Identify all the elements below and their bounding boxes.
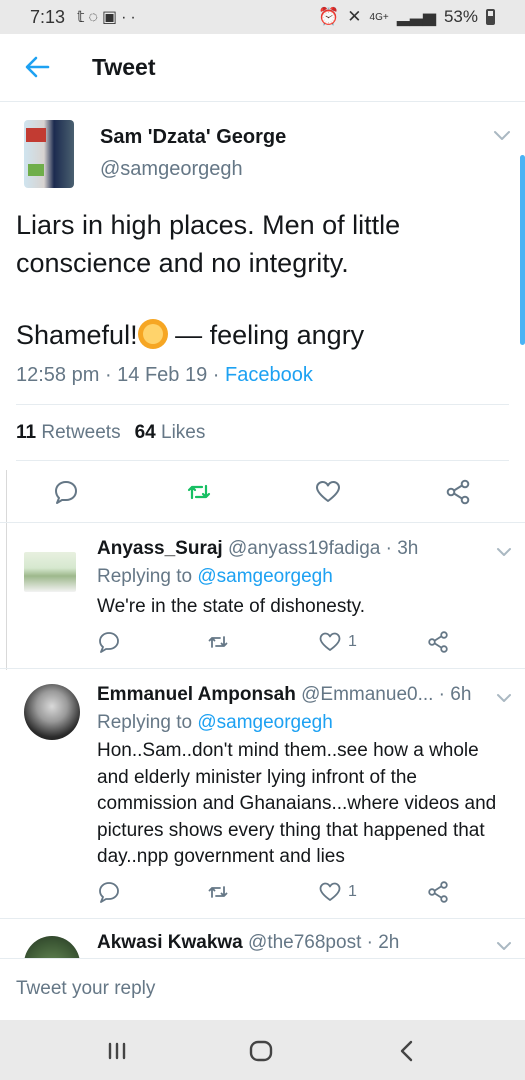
notification-icons: 𝕥◌▣·· bbox=[77, 7, 140, 27]
reply-author-name: Anyass_Suraj bbox=[97, 538, 223, 559]
heart-icon[interactable] bbox=[314, 478, 342, 506]
back-arrow-icon[interactable] bbox=[22, 52, 52, 82]
home-icon[interactable] bbox=[246, 1036, 276, 1066]
share-icon[interactable] bbox=[444, 478, 472, 506]
retweets-stat[interactable]: 11 Retweets bbox=[16, 422, 121, 443]
system-nav-bar bbox=[0, 1020, 525, 1080]
twitter-icon: 𝕥 bbox=[77, 9, 89, 26]
reply-tweet[interactable]: Anyass_Suraj @anyass19fadiga · 3h Replyi… bbox=[0, 522, 525, 668]
reply-icon[interactable] bbox=[97, 630, 121, 654]
signal-icon: ▂▃▅ bbox=[396, 7, 436, 26]
reply-author-name: Akwasi Kwakwa bbox=[97, 932, 243, 953]
reply-text: We're in the state of dishonesty. bbox=[97, 596, 366, 617]
reply-icon[interactable] bbox=[97, 880, 121, 904]
whatsapp-icon: ◌ bbox=[88, 9, 102, 26]
share-icon[interactable] bbox=[426, 630, 450, 654]
status-bar: 7:13 𝕥◌▣·· ⏰ ✕ 4G+ ▂▃▅ 53% bbox=[0, 0, 525, 34]
like-count: 1 bbox=[348, 883, 357, 900]
replying-prefix: Replying to bbox=[97, 566, 198, 587]
tweet-feeling: — feeling angry bbox=[167, 320, 365, 350]
system-icons: ⏰ ✕ 4G+ ▂▃▅ 53% bbox=[318, 7, 495, 27]
reply-handle-time: @the768post · 2h bbox=[242, 932, 400, 953]
replying-prefix: Replying to bbox=[97, 712, 198, 733]
likes-label: Likes bbox=[161, 422, 206, 443]
reply-tweet[interactable]: Akwasi Kwakwa @the768post · 2h bbox=[0, 918, 525, 958]
divider bbox=[16, 404, 509, 405]
mute-icon: ✕ bbox=[347, 7, 362, 26]
tweet-actions bbox=[0, 474, 525, 524]
reply-tweet[interactable]: Emmanuel Amponsah @Emmanue0... · 6h Repl… bbox=[0, 668, 525, 920]
chevron-down-icon[interactable] bbox=[495, 692, 513, 704]
tweet-text: Liars in high places. Men of little cons… bbox=[16, 206, 511, 354]
like-count: 1 bbox=[348, 633, 357, 650]
back-nav-icon[interactable] bbox=[392, 1036, 422, 1066]
recent-apps-icon[interactable] bbox=[102, 1036, 132, 1066]
tweet-meta: 12:58 pm · 14 Feb 19 · Facebook bbox=[16, 364, 313, 387]
reply-handle-time: @Emmanue0... · 6h bbox=[295, 684, 472, 705]
tweet-timestamp: 12:58 pm · 14 Feb 19 · bbox=[16, 364, 226, 386]
replying-to-link[interactable]: @samgeorgegh bbox=[197, 566, 332, 587]
network-4g-icon: 4G+ bbox=[369, 11, 389, 23]
scrollbar[interactable] bbox=[520, 155, 525, 345]
retweets-label: Retweets bbox=[41, 422, 121, 443]
status-time: 7:13 bbox=[30, 7, 66, 27]
tweet-text-line: Liars in high places. Men of little cons… bbox=[16, 210, 401, 278]
likes-stat[interactable]: 64 Likes bbox=[135, 422, 206, 443]
reply-text: Hon..Sam..don't mind them..see how a who… bbox=[97, 740, 497, 867]
avatar[interactable] bbox=[24, 120, 74, 188]
page-title: Tweet bbox=[92, 54, 156, 80]
retweet-icon[interactable] bbox=[206, 880, 230, 904]
replying-to: Replying to @samgeorgegh bbox=[97, 712, 333, 734]
retweet-icon[interactable] bbox=[206, 630, 230, 654]
divider bbox=[16, 460, 509, 461]
tweet-text-line: Shameful! — feeling angry bbox=[16, 316, 511, 354]
battery-icon bbox=[486, 9, 495, 25]
more-dots-icon: ·· bbox=[121, 9, 140, 26]
tweet-source-link[interactable]: Facebook bbox=[225, 364, 313, 386]
replying-to: Replying to @samgeorgegh bbox=[97, 566, 333, 588]
heart-icon[interactable] bbox=[318, 880, 342, 904]
author-name[interactable]: Sam 'Dzata' George bbox=[100, 126, 286, 149]
reply-author[interactable]: Anyass_Suraj @anyass19fadiga · 3h bbox=[97, 538, 418, 560]
youtube-icon: ▣ bbox=[101, 9, 122, 26]
tweet-stats: 11 Retweets 64 Likes bbox=[16, 422, 205, 444]
tweet-text-fragment: Shameful! bbox=[16, 320, 138, 350]
battery-percent: 53% bbox=[443, 7, 478, 26]
heart-icon[interactable] bbox=[318, 630, 342, 654]
chevron-down-icon[interactable] bbox=[495, 546, 513, 558]
reply-author-name: Emmanuel Amponsah bbox=[97, 684, 296, 705]
likes-count: 64 bbox=[134, 422, 156, 443]
reply-icon[interactable] bbox=[52, 478, 80, 506]
reply-handle-time: @anyass19fadiga · 3h bbox=[222, 538, 419, 559]
author-handle[interactable]: @samgeorgegh bbox=[100, 158, 243, 181]
reply-author[interactable]: Akwasi Kwakwa @the768post · 2h bbox=[97, 932, 399, 954]
reply-author[interactable]: Emmanuel Amponsah @Emmanue0... · 6h bbox=[97, 684, 471, 706]
avatar[interactable] bbox=[24, 936, 80, 958]
chevron-down-icon[interactable] bbox=[492, 128, 512, 142]
retweet-icon[interactable] bbox=[185, 478, 213, 506]
reply-composer bbox=[0, 958, 525, 1020]
reply-input[interactable] bbox=[0, 959, 525, 1019]
avatar[interactable] bbox=[24, 552, 76, 592]
alarm-icon: ⏰ bbox=[318, 7, 340, 26]
retweets-count: 11 bbox=[16, 422, 37, 443]
replying-to-link[interactable]: @samgeorgegh bbox=[197, 712, 332, 733]
share-icon[interactable] bbox=[426, 880, 450, 904]
app-bar: Tweet bbox=[0, 34, 525, 102]
avatar[interactable] bbox=[24, 684, 80, 740]
chevron-down-icon[interactable] bbox=[495, 940, 513, 952]
lion-emoji-icon bbox=[137, 319, 168, 349]
